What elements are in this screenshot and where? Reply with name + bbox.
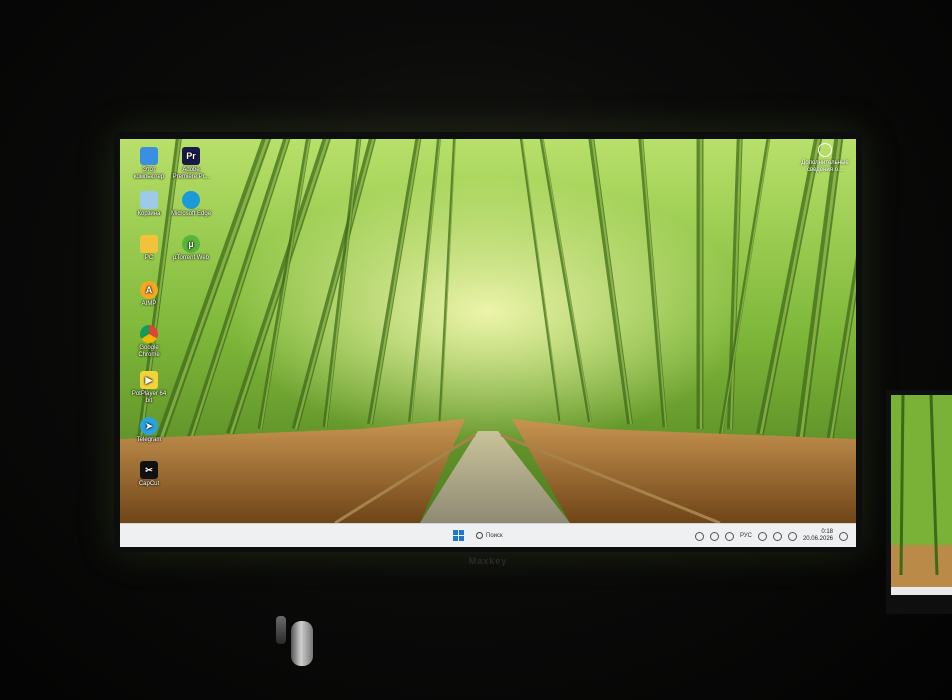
utorrent-icon: µ xyxy=(182,235,200,253)
desktop-icon-telegram[interactable]: ➤ Telegram xyxy=(128,417,170,444)
network-icon[interactable] xyxy=(694,531,704,541)
monitor-brand-logo: Maxkey xyxy=(468,556,508,566)
second-taskbar xyxy=(891,587,952,595)
desktop-icon-label: Этот компьютер xyxy=(133,167,165,180)
clock-date: 20.06.2026 xyxy=(802,536,833,542)
notifications-icon[interactable] xyxy=(839,531,848,541)
desktop-icon-premiere[interactable]: Pr Adobe Premiere Pr... xyxy=(170,147,212,181)
desktop-icon-label: PotPlayer 64 bit xyxy=(131,391,167,404)
chrome-icon xyxy=(140,325,158,343)
desktop-icon-label: Telegram xyxy=(136,437,162,443)
desktop-icon-chrome[interactable]: Google Chrome xyxy=(128,325,170,359)
second-monitor-screen xyxy=(891,395,952,595)
capcut-icon: ✂ xyxy=(140,461,158,479)
start-button[interactable] xyxy=(453,530,464,541)
learn-more-widget[interactable]: Дополнительные сведения о... xyxy=(800,143,850,174)
taskbar-search[interactable]: Поиск xyxy=(476,529,532,542)
desktop-icon-label: Корзина xyxy=(137,211,161,217)
taskbar: Поиск РУС 0:18 20.06.2026 xyxy=(120,523,856,547)
desktop-icon-label: AIMP xyxy=(141,301,157,307)
language-indicator[interactable]: РУС xyxy=(740,533,752,539)
this-pc-icon xyxy=(140,147,158,165)
learn-more-label: Дополнительные сведения о... xyxy=(801,160,849,173)
desktop-icon-label: CapCut xyxy=(138,481,160,487)
desktop-icon-aimp[interactable]: A AIMP xyxy=(128,281,170,308)
desktop-icon-label: PC xyxy=(144,255,154,261)
desktop-icon-label: Google Chrome xyxy=(138,345,160,358)
search-placeholder: Поиск xyxy=(486,532,503,539)
info-ring-icon xyxy=(818,143,832,157)
cable-left xyxy=(276,616,286,644)
recycle-bin-icon xyxy=(140,191,158,209)
volume-icon[interactable] xyxy=(772,531,782,541)
desktop-icon-label: µTorrent Web xyxy=(172,255,210,261)
desktop-icon-this-pc[interactable]: Этот компьютер xyxy=(128,147,170,181)
onedrive-icon[interactable] xyxy=(709,531,719,541)
second-screen-wallpaper xyxy=(891,395,952,595)
battery-icon[interactable] xyxy=(787,531,797,541)
taskbar-clock[interactable]: 0:18 20.06.2026 xyxy=(803,529,833,543)
desktop-icon-label: Adobe Premiere Pr... xyxy=(172,167,210,180)
premiere-icon: Pr xyxy=(182,147,200,165)
clock-time: 0:18 xyxy=(821,529,833,535)
search-icon xyxy=(476,532,483,539)
cable-right xyxy=(291,621,313,666)
edge-tray-icon[interactable] xyxy=(724,531,734,541)
wifi-icon[interactable] xyxy=(757,531,767,541)
desktop-icon-recycle-bin[interactable]: Корзина xyxy=(128,191,170,218)
desktop-icon-edge[interactable]: Microsoft Edge xyxy=(170,191,212,218)
aimp-icon: A xyxy=(140,281,158,299)
desktop-icon-capcut[interactable]: ✂ CapCut xyxy=(128,461,170,488)
desktop-screen: Этот компьютер Pr Adobe Premiere Pr... Корз… xyxy=(120,139,856,547)
windows-logo-icon xyxy=(453,530,458,535)
pc-folder-icon xyxy=(140,235,158,253)
system-tray: РУС 0:18 20.06.2026 xyxy=(694,527,848,545)
desktop-icon-pc-folder[interactable]: PC xyxy=(128,235,170,262)
desktop-icon-potplayer[interactable]: ▶ PotPlayer 64 bit xyxy=(128,371,170,405)
desktop-icon-utorrent[interactable]: µ µTorrent Web xyxy=(170,235,212,262)
edge-icon xyxy=(182,191,200,209)
potplayer-icon: ▶ xyxy=(140,371,158,389)
telegram-icon: ➤ xyxy=(140,417,158,435)
desktop-icon-label: Microsoft Edge xyxy=(170,211,212,217)
bamboo-wallpaper xyxy=(120,139,856,523)
